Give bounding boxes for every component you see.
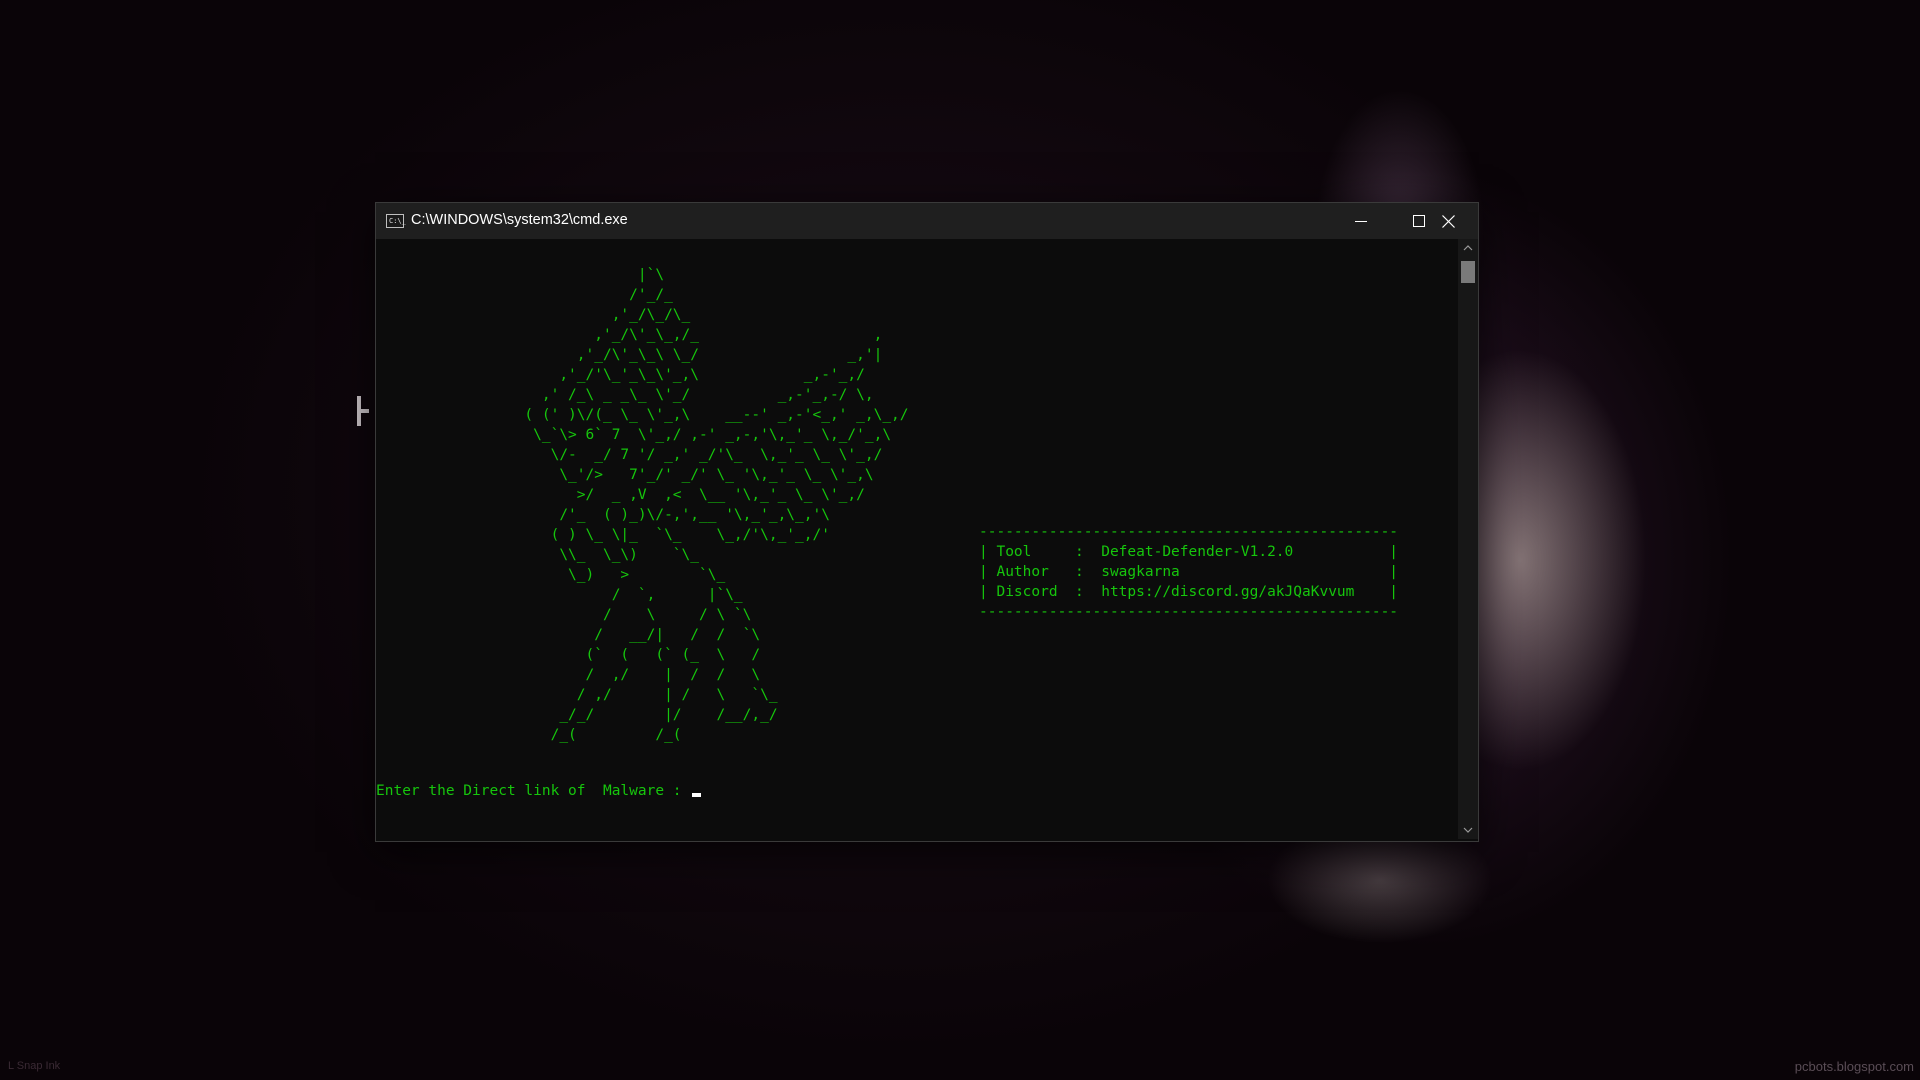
corner-watermark-left: L Snap Ink bbox=[8, 1060, 61, 1072]
vertical-scrollbar[interactable] bbox=[1458, 239, 1478, 839]
minimize-icon bbox=[1355, 221, 1367, 222]
minimize-button[interactable] bbox=[1332, 203, 1390, 239]
scrollbar-thumb[interactable] bbox=[1461, 261, 1475, 283]
cmd-window[interactable]: C:\_ C:\WINDOWS\system32\cmd.exe |`\ /'_… bbox=[375, 202, 1479, 842]
cmd-icon-glyph: C:\_ bbox=[389, 217, 406, 225]
input-prompt[interactable]: Enter the Direct link of Malware : bbox=[376, 781, 702, 801]
ascii-art-banner: |`\ /'_/_ ,'_/\_/\_ ,'_/\'_\_,/_ , ,'_/\… bbox=[524, 267, 909, 743]
title-bar[interactable]: C:\_ C:\WINDOWS\system32\cmd.exe bbox=[376, 203, 1478, 239]
prompt-label: Enter the Direct link of Malware : bbox=[376, 783, 691, 799]
corner-watermark-right: pcbots.blogspot.com bbox=[1794, 1059, 1914, 1074]
scroll-down-arrow-icon[interactable] bbox=[1463, 827, 1473, 833]
window-title: C:\WINDOWS\system32\cmd.exe bbox=[411, 212, 628, 228]
close-button[interactable] bbox=[1419, 203, 1477, 239]
text-caret-icon bbox=[355, 396, 373, 426]
close-icon bbox=[1442, 215, 1455, 228]
console-output[interactable]: |`\ /'_/_ ,'_/\_/\_ ,'_/\'_\_,/_ , ,'_/\… bbox=[376, 239, 1458, 839]
tool-info-box: ----------------------------------------… bbox=[979, 524, 1399, 620]
scroll-up-arrow-icon[interactable] bbox=[1463, 245, 1473, 251]
cmd-icon: C:\_ bbox=[386, 214, 406, 228]
text-cursor bbox=[692, 793, 702, 797]
